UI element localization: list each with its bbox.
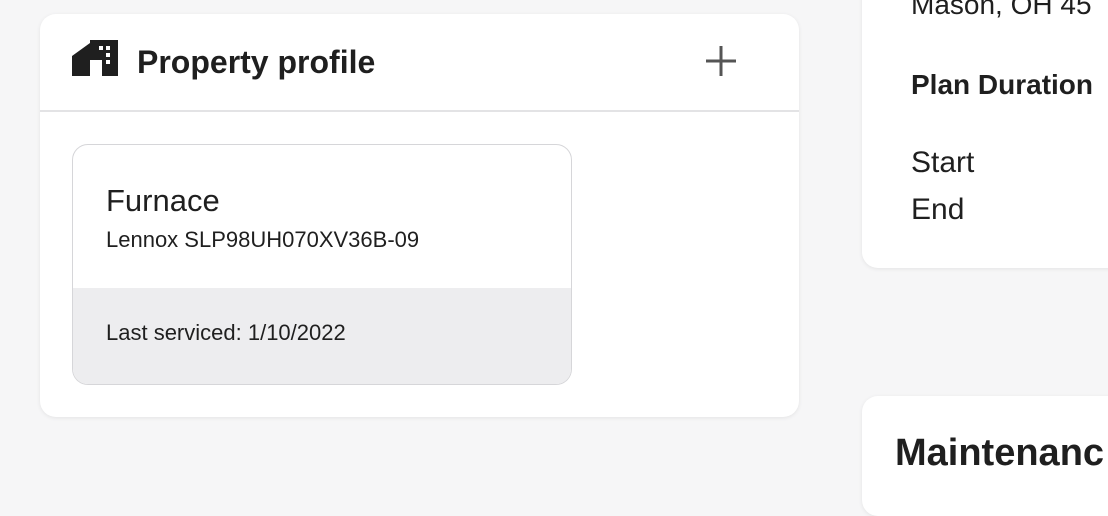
plan-end-label: End: [911, 193, 965, 226]
property-profile-card: Property profile Furnace Lennox SLP98UH0…: [40, 14, 799, 417]
house-icon: [72, 40, 118, 76]
add-asset-button[interactable]: [700, 40, 742, 82]
asset-footer: Last serviced: 1/10/2022: [73, 288, 571, 384]
property-profile-header: Property profile: [40, 14, 799, 112]
asset-last-serviced: Last serviced: 1/10/2022: [106, 320, 346, 345]
plus-icon: [706, 46, 736, 76]
asset-name: Furnace: [106, 183, 220, 218]
plan-duration-label: Plan Duration: [911, 69, 1094, 100]
maintenance-title: Maintenanc: [895, 432, 1105, 474]
plan-details-card: Mason, OH 45 Plan Duration Start End: [862, 0, 1108, 268]
property-profile-title: Property profile: [137, 44, 376, 80]
plan-start-label: Start: [911, 146, 975, 179]
asset-card-furnace[interactable]: Furnace Lennox SLP98UH070XV36B-09 Last s…: [72, 144, 572, 385]
maintenance-card: Maintenanc: [862, 396, 1108, 516]
plan-address: Mason, OH 45: [911, 0, 1092, 20]
asset-model: Lennox SLP98UH070XV36B-09: [106, 227, 420, 252]
